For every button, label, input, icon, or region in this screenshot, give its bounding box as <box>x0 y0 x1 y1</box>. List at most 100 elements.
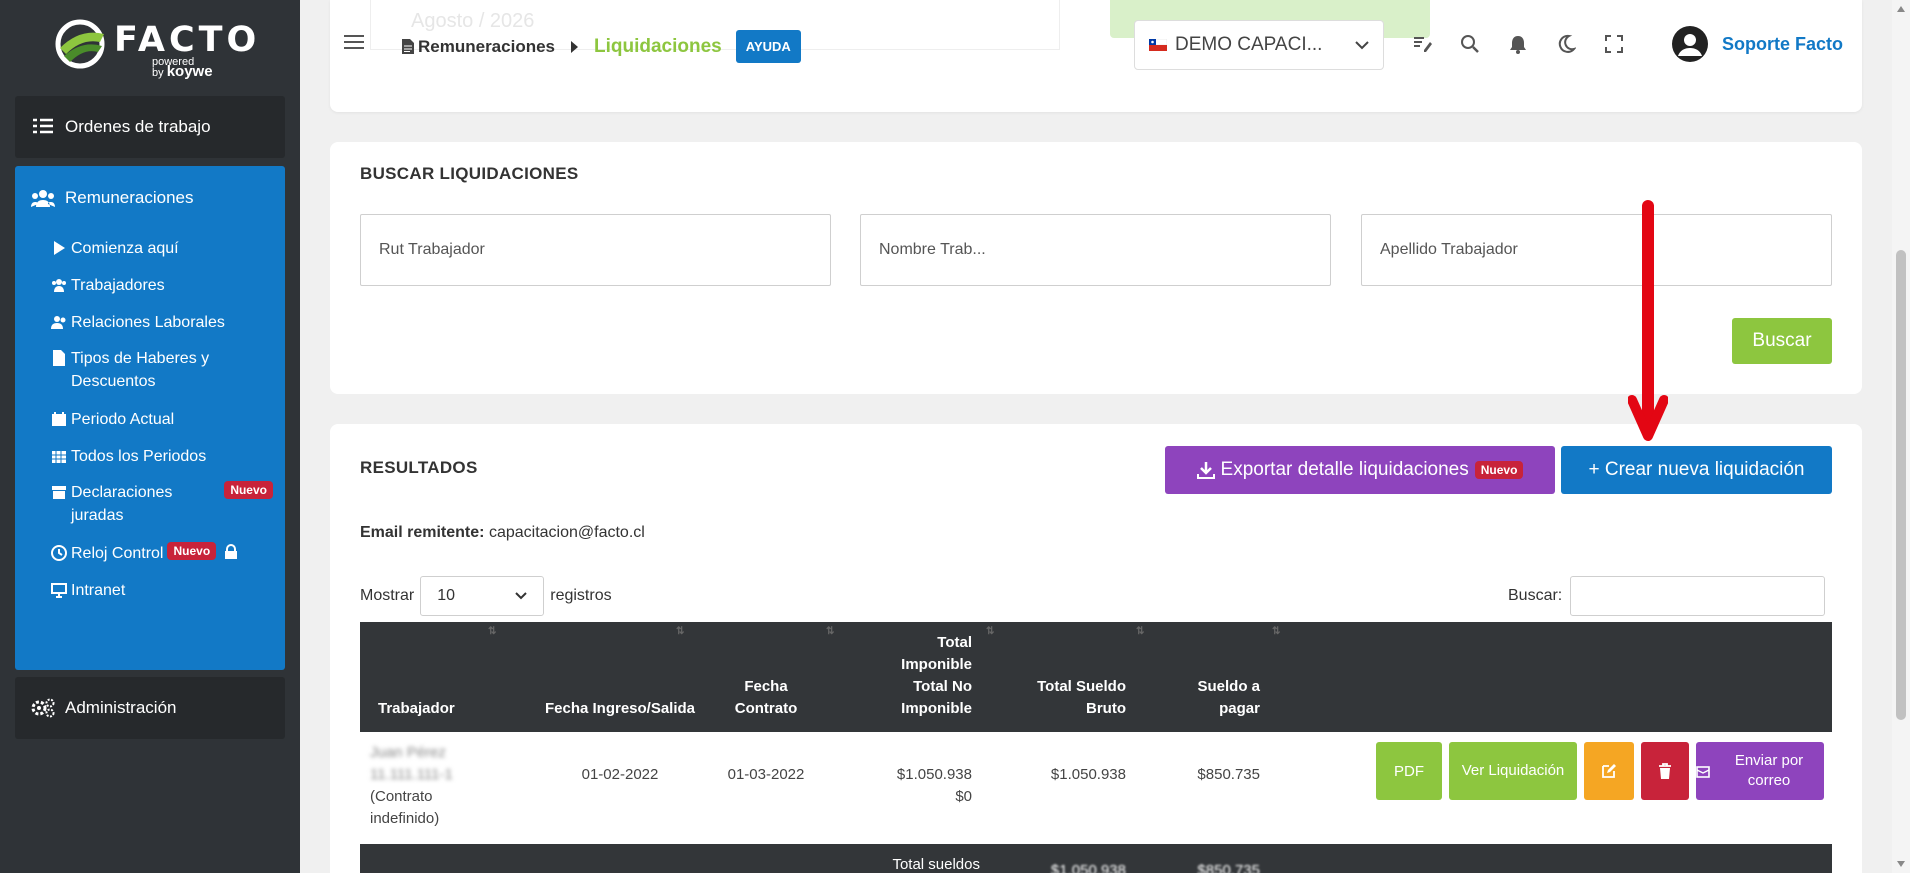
col-fecha-ingreso[interactable]: Fecha Ingreso/Salida <box>540 698 700 720</box>
sidebar-item-reloj[interactable]: Reloj Control Nuevo <box>15 535 285 572</box>
trash-icon <box>1659 763 1671 779</box>
sort-icon: ⇅ <box>826 626 835 637</box>
breadcrumb-parent[interactable]: Remuneraciones <box>418 37 555 57</box>
export-label: Exportar detalle liquidaciones <box>1220 459 1469 480</box>
table-search-label: Buscar: <box>1508 587 1563 604</box>
sidebar-item-label: Relaciones Laborales <box>71 314 225 331</box>
sidebar-item-declaraciones[interactable]: Declaraciones juradas Nuevo <box>15 475 285 535</box>
sidebar-item-tipos[interactable]: Tipos de Haberes y Descuentos <box>15 341 285 401</box>
sort-icon: ⇅ <box>1272 626 1281 637</box>
company-select[interactable]: DEMO CAPACI... <box>1134 20 1384 70</box>
table-footer: Total sueldos a pagar $1.050.938 $850.73… <box>360 844 1832 873</box>
edit-button[interactable] <box>1584 742 1634 800</box>
footer-label: Total sueldos a pagar <box>892 856 980 873</box>
breadcrumb: Remuneraciones Liquidaciones AYUDA <box>402 30 801 63</box>
sidebar-item-todos[interactable]: Todos los Periodos <box>15 438 285 475</box>
sidebar-item-intranet[interactable]: Intranet <box>15 572 285 609</box>
bell-icon[interactable] <box>1508 34 1528 54</box>
col-trabajador[interactable]: Trabajador <box>378 698 455 720</box>
results-table: ⇅ ⇅ ⇅ ⇅ ⇅ ⇅ Trabajador Fecha Ingreso/Sal… <box>360 622 1832 873</box>
cell-taxable: $1.050.938 $0 <box>872 764 972 808</box>
show-label: Mostrar <box>360 587 415 604</box>
page-size-control: Mostrar 10 registros <box>360 576 612 616</box>
create-liquidacion-button[interactable]: + Crear nueva liquidación <box>1561 446 1832 494</box>
col-imponible[interactable]: Total Imponible Total No Imponible <box>872 632 972 720</box>
scroll-down-icon[interactable] <box>1897 861 1905 867</box>
help-button[interactable]: AYUDA <box>735 30 801 63</box>
cell-worker: Juan Pérez 11.111.111-1 (Contrato indefi… <box>370 742 500 830</box>
non-taxable-value: $0 <box>955 788 972 805</box>
sidebar-item-trabajadores[interactable]: Trabajadores <box>15 267 285 304</box>
sidebar-item-label: Periodo Actual <box>71 411 175 428</box>
sort-icon: ⇅ <box>986 626 995 637</box>
search-card-title: BUSCAR LIQUIDACIONES <box>360 164 579 183</box>
chile-flag-icon <box>1149 39 1167 51</box>
top-header: Agosto / 2026 Remuneraciones Liquidacion… <box>330 0 1862 112</box>
col-fecha-contrato[interactable]: Fecha Contrato <box>716 676 816 720</box>
facto-logo[interactable]: FACTO powered by koywe <box>52 14 256 80</box>
sidebar-item-administracion[interactable]: Administración <box>15 677 285 739</box>
rut-input[interactable]: Rut Trabajador <box>360 214 831 286</box>
cell-net: $850.735 <box>1197 766 1260 783</box>
worker-rut: 11.111.111-1 <box>370 766 453 783</box>
sidebar-section-remuneraciones[interactable]: Remuneraciones Comienza aquí Trabajadores… <box>15 166 285 670</box>
view-liquidacion-button[interactable]: Ver Liquidación <box>1449 742 1577 800</box>
user-name: Soporte Facto <box>1722 33 1844 54</box>
users-icon <box>31 190 55 207</box>
col-sueldo-bruto[interactable]: Total Sueldo Bruto <box>1020 676 1126 720</box>
file-icon <box>402 39 414 54</box>
lock-icon <box>225 544 238 559</box>
archive-icon <box>52 486 66 499</box>
sidebar-section-label: Remuneraciones <box>65 188 194 207</box>
table-search-input[interactable] <box>1570 576 1826 616</box>
search-icon[interactable] <box>1460 34 1480 54</box>
sidebar-item-periodo[interactable]: Periodo Actual <box>15 401 285 438</box>
send-email-button[interactable]: Enviar por correo <box>1696 742 1824 800</box>
sidebar-item-comienza[interactable]: Comienza aquí <box>15 230 285 267</box>
name-input[interactable]: Nombre Trab... <box>860 214 1331 286</box>
records-label: registros <box>550 587 612 604</box>
sidebar-item-remuneraciones[interactable]: Remuneraciones <box>15 166 285 230</box>
delete-button[interactable] <box>1641 742 1689 800</box>
facto-logo-icon <box>55 19 105 69</box>
pdf-button[interactable]: PDF <box>1376 742 1442 800</box>
breadcrumb-separator-icon <box>571 40 578 53</box>
moon-icon[interactable] <box>1556 34 1576 54</box>
fullscreen-icon[interactable] <box>1604 34 1624 54</box>
results-card: RESULTADOS Exportar detalle liquidacione… <box>330 424 1862 873</box>
calendar-grid-icon <box>52 451 66 463</box>
signature-icon[interactable] <box>1412 34 1432 54</box>
menu-icon[interactable] <box>344 34 364 50</box>
lastname-input[interactable]: Apellido Trabajador <box>1361 214 1832 286</box>
scrollbar-thumb[interactable] <box>1896 250 1906 720</box>
export-new-badge: Nuevo <box>1474 461 1524 479</box>
footer-gross: $1.050.938 <box>1050 862 1126 873</box>
file-icon <box>53 350 65 366</box>
sender-info: Email remitente: capacitacion@facto.cl <box>360 524 645 542</box>
cell-entry-date: 01-02-2022 <box>581 766 659 783</box>
footer-net: $850.735 <box>1197 862 1260 873</box>
users-icon <box>52 279 66 292</box>
export-button[interactable]: Exportar detalle liquidaciones Nuevo <box>1165 446 1555 494</box>
search-button[interactable]: Buscar <box>1732 318 1832 364</box>
new-badge: Nuevo <box>224 481 273 499</box>
cell-gross: $1.050.938 <box>1050 766 1126 783</box>
tasks-icon <box>33 118 53 134</box>
sidebar-item-label: Todos los Periodos <box>71 448 207 465</box>
screen-icon <box>51 583 67 598</box>
taxable-value: $1.050.938 <box>896 766 972 783</box>
brand-partner: koywe <box>166 63 213 80</box>
sidebar-item-relaciones[interactable]: Relaciones Laborales <box>15 304 285 341</box>
download-icon <box>1196 462 1215 479</box>
scroll-up-icon[interactable] <box>1897 6 1905 12</box>
sidebar-item-label: Ordenes de trabajo <box>65 117 211 136</box>
annotation-arrow-icon <box>1628 200 1668 441</box>
chevron-down-icon <box>515 592 527 600</box>
scrollbar[interactable] <box>1892 0 1910 873</box>
col-sueldo-pagar[interactable]: Sueldo a pagar <box>1160 676 1260 720</box>
user-menu[interactable]: Soporte Facto <box>1672 26 1843 62</box>
sidebar-item-ordenes[interactable]: Ordenes de trabajo <box>15 96 285 158</box>
edit-icon <box>1602 764 1616 778</box>
gears-icon <box>31 698 55 718</box>
page-size-select[interactable]: 10 <box>420 576 545 616</box>
